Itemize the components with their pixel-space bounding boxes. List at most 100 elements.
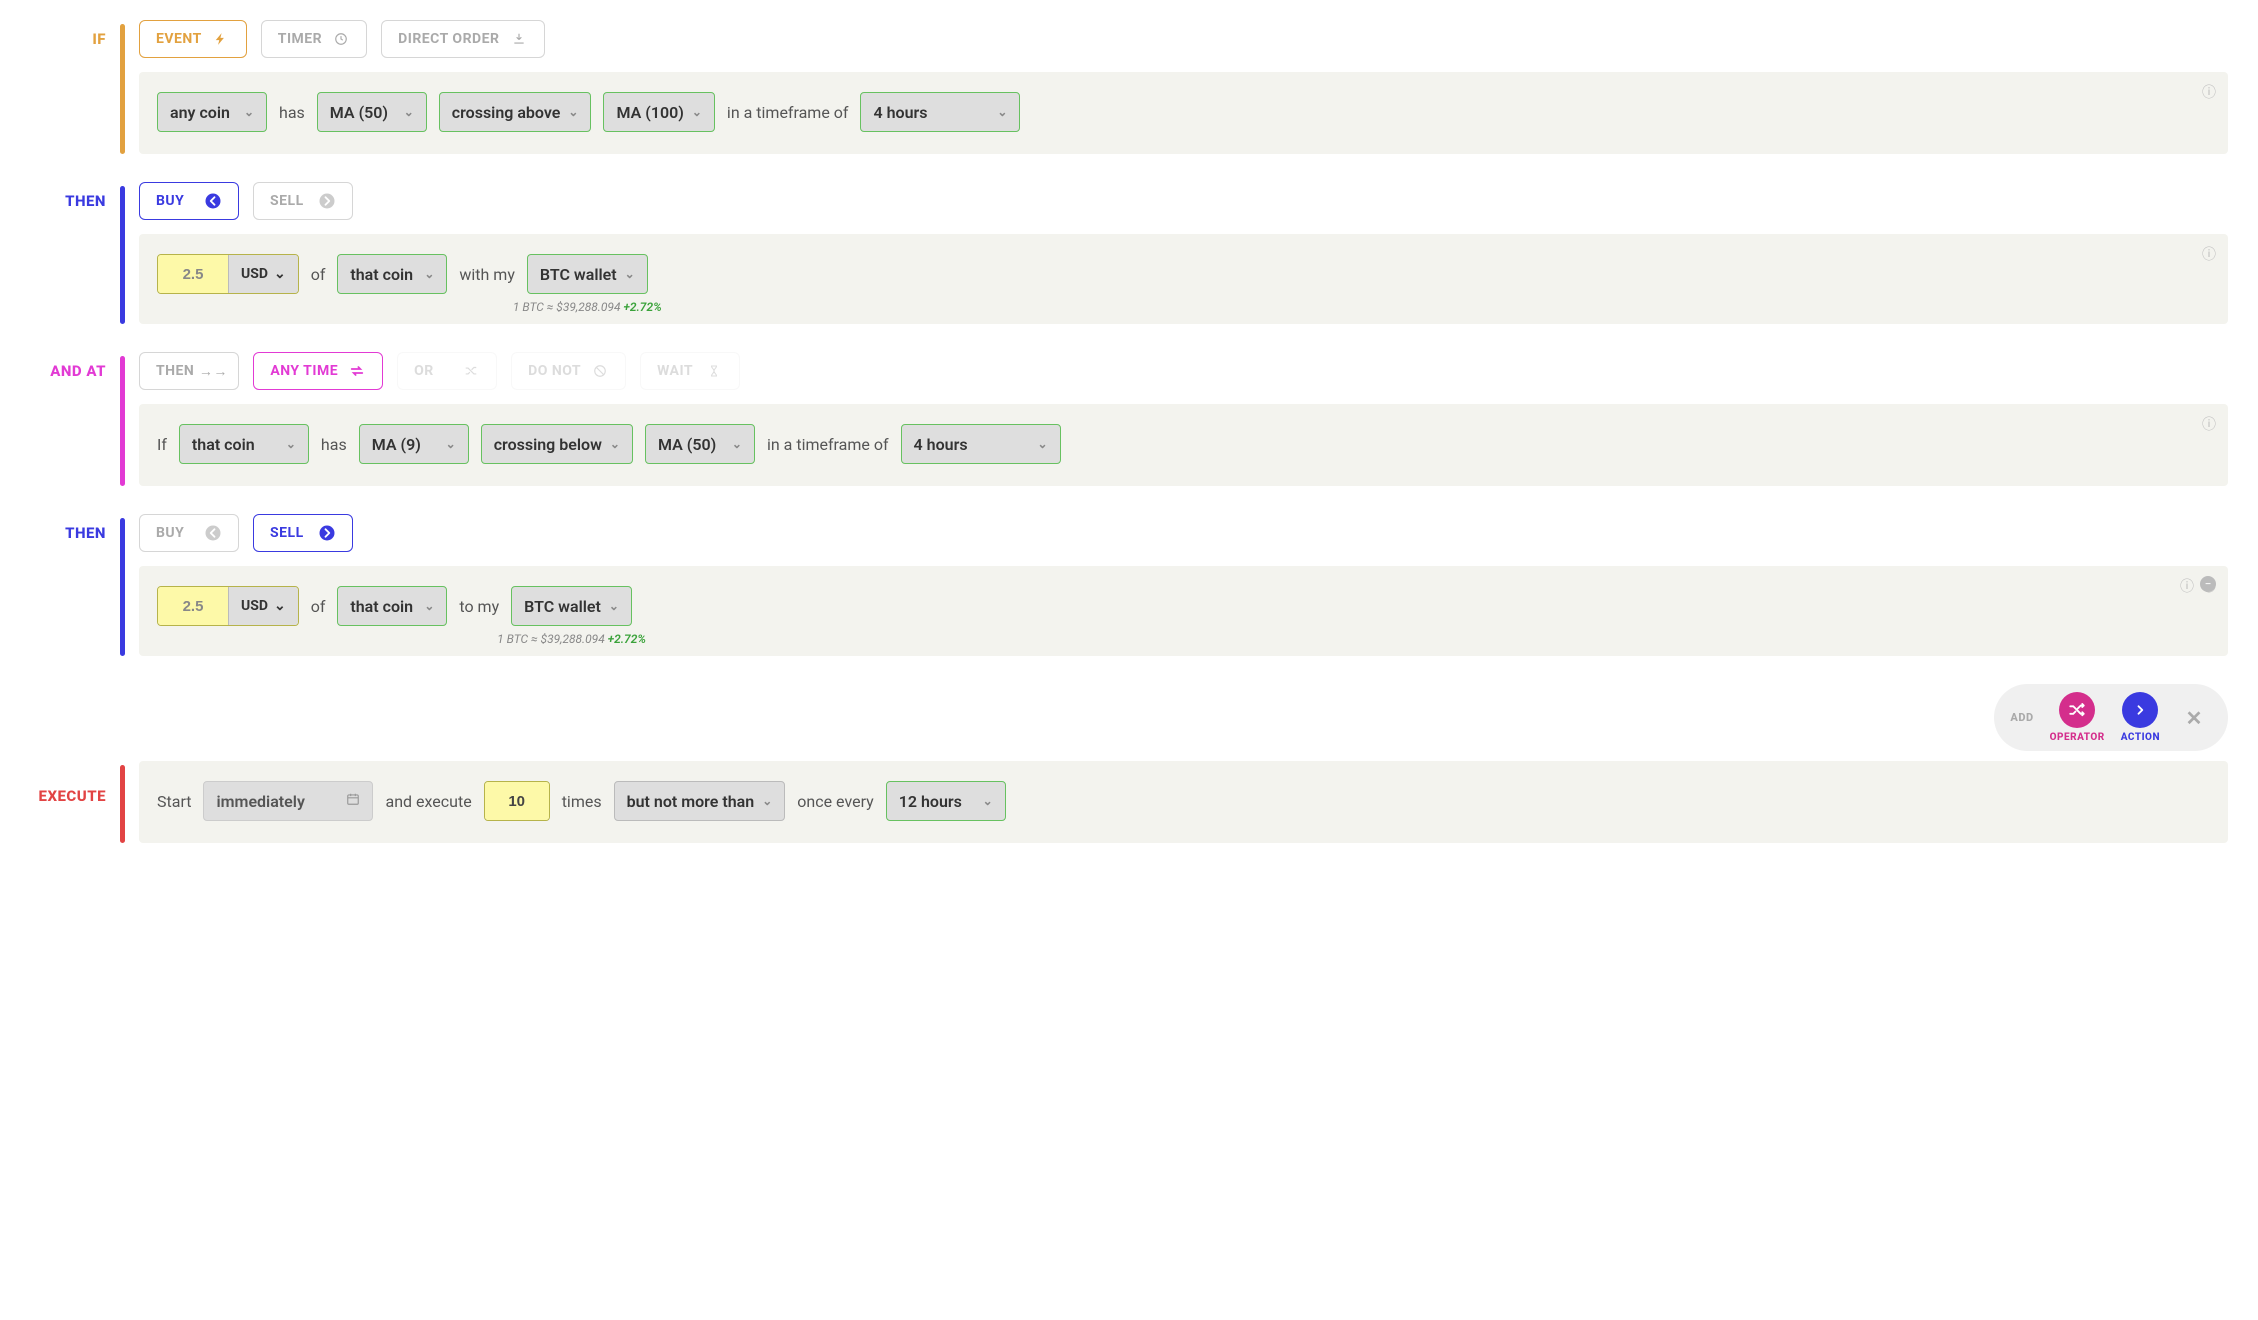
if-panel: ⓘ any coin⌄ has MA (50)⌄ crossing above⌄…: [139, 72, 2228, 154]
chevron-down-icon: ⌄: [274, 266, 286, 282]
wallet-rate-note: 1 BTC ≈ $39,288.094 +2.72%: [497, 632, 646, 646]
bolt-icon: [212, 30, 230, 48]
add-action-button[interactable]: [2122, 692, 2158, 728]
accent-bar: [120, 186, 125, 324]
action-caption: ACTION: [2121, 732, 2160, 743]
arrow-right-circle-icon: [318, 192, 336, 210]
select-timeframe[interactable]: 4 hours ⌄: [860, 92, 1020, 132]
amount-input[interactable]: [158, 587, 228, 625]
text-once-every: once every: [797, 792, 873, 811]
accent-bar: [120, 24, 125, 154]
info-icon-2[interactable]: ⓘ: [2180, 576, 2194, 596]
execute-panel: Start immediately and execute times but …: [139, 761, 2228, 843]
pill-timer[interactable]: TIMER: [261, 20, 367, 58]
select-value: USD: [241, 266, 268, 282]
amount-input-group: USD⌄: [157, 586, 299, 626]
add-bar: ADD OPERATOR ACTION ✕: [30, 684, 2228, 751]
add-operator-button[interactable]: [2059, 692, 2095, 728]
pill-label: WAIT: [657, 363, 693, 379]
pill-label: DIRECT ORDER: [398, 31, 499, 47]
select-coin[interactable]: that coin⌄: [179, 424, 309, 464]
swap-icon: [348, 362, 366, 380]
select-indicator-2[interactable]: MA (100)⌄: [603, 92, 714, 132]
info-icon[interactable]: ⓘ: [2202, 244, 2216, 264]
text-has: has: [279, 103, 305, 122]
select-indicator-2[interactable]: MA (50)⌄: [645, 424, 755, 464]
pill-buy[interactable]: BUY: [139, 182, 239, 220]
currency-select[interactable]: USD ⌄: [228, 255, 298, 293]
section-label-then: THEN: [30, 514, 120, 656]
pill-sell[interactable]: SELL: [253, 182, 353, 220]
select-condition[interactable]: crossing below⌄: [481, 424, 633, 464]
calendar-icon: [346, 792, 360, 810]
select-coin[interactable]: that coin⌄: [337, 586, 447, 626]
arrow-right-circle-icon: [318, 524, 336, 542]
select-value: BTC wallet: [540, 265, 617, 284]
text-times: times: [562, 792, 602, 811]
arrow-left-circle-icon: [204, 524, 222, 542]
select-value: 12 hours: [899, 792, 962, 811]
section-label-if: IF: [30, 20, 120, 154]
pill-buy[interactable]: BUY: [139, 514, 239, 552]
rate-pct: +2.72%: [608, 632, 646, 646]
select-value: BTC wallet: [524, 597, 601, 616]
select-value: 4 hours: [914, 435, 968, 454]
start-date-select[interactable]: immediately: [203, 781, 373, 821]
pill-sell[interactable]: SELL: [253, 514, 353, 552]
select-value: that coin: [350, 265, 413, 284]
select-wallet[interactable]: BTC wallet ⌄: [527, 254, 648, 294]
chevron-down-icon: ⌄: [446, 437, 456, 451]
pill-or[interactable]: OR: [397, 352, 497, 390]
pill-anytime[interactable]: ANY TIME: [253, 352, 383, 390]
amount-input[interactable]: [158, 255, 228, 293]
select-value: that coin: [192, 435, 255, 454]
remove-icon[interactable]: −: [2200, 576, 2216, 592]
andat-panel: ⓘ If that coin⌄ has MA (9)⌄ crossing bel…: [139, 404, 2228, 486]
info-icon[interactable]: ⓘ: [2202, 414, 2216, 434]
chevron-down-icon: ⌄: [983, 794, 993, 808]
pill-label: DO NOT: [528, 363, 581, 379]
accent-bar: [120, 765, 125, 843]
select-coin[interactable]: any coin⌄: [157, 92, 267, 132]
select-value: crossing above: [452, 103, 561, 122]
pill-direct-order[interactable]: DIRECT ORDER: [381, 20, 544, 58]
select-value: any coin: [170, 103, 230, 122]
chevron-down-icon: ⌄: [610, 437, 620, 451]
select-value: 4 hours: [873, 103, 927, 122]
rate-text: 1 BTC ≈ $39,288.094: [513, 300, 621, 314]
select-wallet[interactable]: BTC wallet⌄: [511, 586, 632, 626]
arrows-icon: →→: [204, 362, 222, 380]
text-of: of: [311, 597, 326, 616]
count-input[interactable]: [485, 782, 549, 820]
select-value: MA (100): [616, 103, 683, 122]
currency-select[interactable]: USD⌄: [228, 587, 298, 625]
pill-label: THEN: [156, 363, 194, 379]
interval-select[interactable]: 12 hours ⌄: [886, 781, 1006, 821]
info-icon[interactable]: ⓘ: [2202, 82, 2216, 102]
select-value: MA (9): [372, 435, 421, 454]
select-value: MA (50): [330, 103, 388, 122]
select-timeframe[interactable]: 4 hours ⌄: [901, 424, 1061, 464]
limit-select[interactable]: but not more than⌄: [614, 781, 786, 821]
chevron-down-icon: ⌄: [625, 267, 635, 281]
chevron-down-icon: ⌄: [997, 105, 1007, 119]
hourglass-icon: [705, 362, 723, 380]
pill-then[interactable]: THEN →→: [139, 352, 239, 390]
text-if: If: [157, 435, 167, 454]
select-indicator-1[interactable]: MA (50)⌄: [317, 92, 427, 132]
accent-bar: [120, 518, 125, 656]
pill-donot[interactable]: DO NOT: [511, 352, 626, 390]
text-timeframe: in a timeframe of: [767, 435, 889, 454]
chevron-down-icon: ⌄: [424, 599, 434, 613]
pill-wait[interactable]: WAIT: [640, 352, 740, 390]
select-indicator-1[interactable]: MA (9) ⌄: [359, 424, 469, 464]
pill-event[interactable]: EVENT: [139, 20, 247, 58]
text-to-my: to my: [459, 597, 499, 616]
close-add-button[interactable]: ✕: [2176, 700, 2212, 736]
pill-label: TIMER: [278, 31, 322, 47]
select-condition[interactable]: crossing above⌄: [439, 92, 592, 132]
select-coin[interactable]: that coin⌄: [337, 254, 447, 294]
chevron-down-icon: ⌄: [762, 794, 772, 808]
chevron-down-icon: ⌄: [1037, 437, 1047, 451]
pill-label: BUY: [156, 525, 184, 541]
